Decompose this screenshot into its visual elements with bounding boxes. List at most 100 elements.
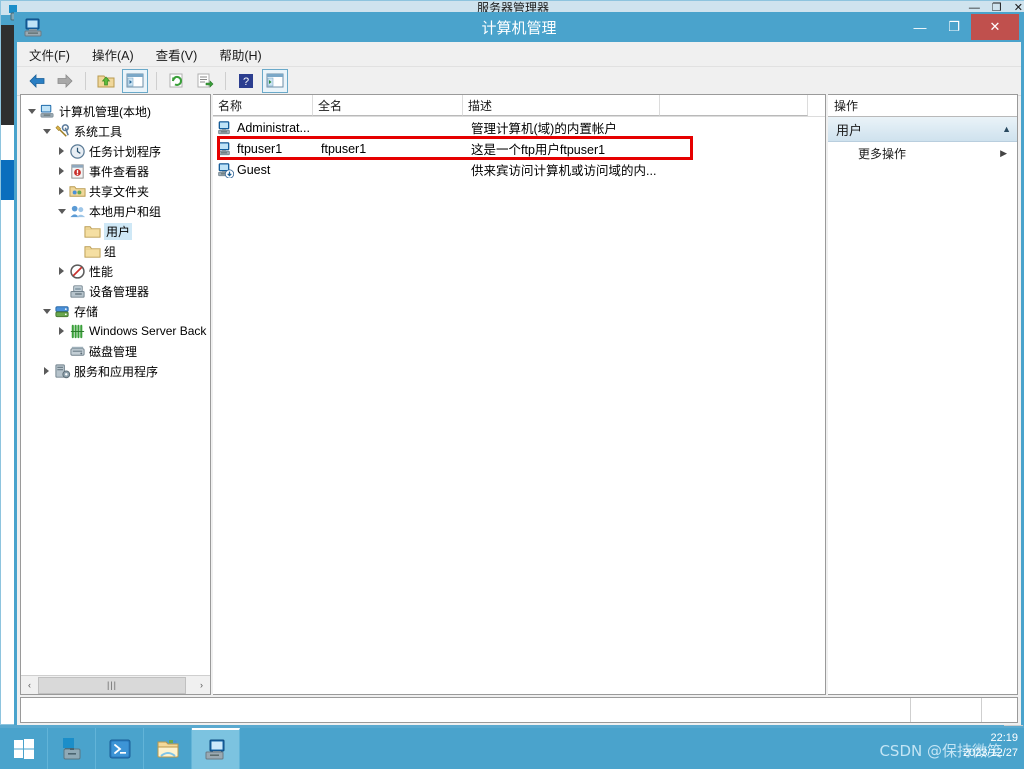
list-view-header: 名称 全名 描述: [213, 95, 825, 117]
desktop: 服务器管理器 — ❐ ✕ ▲ ≡ ▼: [0, 0, 1024, 769]
cell-name: Guest: [213, 162, 313, 178]
tree-node-2[interactable]: 任务计划程序: [25, 141, 210, 161]
tree-horizontal-scrollbar[interactable]: ‹ ||| ›: [21, 675, 210, 694]
tree-node-label: 计算机管理(本地): [59, 104, 151, 119]
close-button[interactable]: ✕: [971, 14, 1019, 40]
menu-bar: 文件(F) 操作(A) 查看(V) 帮助(H): [17, 42, 1021, 67]
tree-node-3[interactable]: 事件查看器: [25, 161, 210, 181]
table-row[interactable]: Administrat... 管理计算机(域)的内置帐户: [213, 117, 825, 138]
tree-node-label: 事件查看器: [89, 164, 150, 179]
help-icon[interactable]: ?: [234, 70, 258, 92]
event-viewer-icon: [68, 162, 86, 180]
maximize-button[interactable]: ❐: [937, 14, 971, 40]
taskbar-server-manager[interactable]: [48, 728, 96, 769]
column-spacer[interactable]: [660, 95, 808, 116]
menu-action[interactable]: 操作(A): [88, 43, 138, 66]
actions-pane[interactable]: 操作 用户 ▲ 更多操作 ▶: [828, 94, 1018, 695]
window-titlebar[interactable]: 计算机管理 — ❐ ✕: [17, 12, 1021, 42]
taskbar-clock[interactable]: 22:19 2023/12/27: [963, 731, 1018, 761]
console-tree: 计算机管理(本地) 系统工具 任务计划程序事件查看器共享文件夹 本地用户和组 用户组性能…: [21, 95, 210, 381]
actions-group-users[interactable]: 用户 ▲: [828, 117, 1017, 142]
svg-text:?: ?: [243, 76, 249, 88]
chevron-right-icon[interactable]: [40, 361, 53, 381]
chevron-down-icon[interactable]: [55, 201, 68, 221]
computer-icon: [38, 102, 56, 120]
file-explorer-icon: [157, 739, 178, 757]
action-more-actions-label: 更多操作: [858, 146, 907, 161]
tree-node-5[interactable]: 本地用户和组: [25, 201, 210, 221]
tree-node-8[interactable]: 性能: [25, 261, 210, 281]
powershell-icon: [109, 739, 130, 758]
column-name[interactable]: 名称: [213, 95, 313, 116]
column-description[interactable]: 描述: [463, 95, 660, 116]
export-list-icon[interactable]: [193, 70, 217, 92]
taskbar-computer-management[interactable]: [192, 728, 240, 769]
computer-management-icon: [23, 16, 45, 38]
tree-node-13[interactable]: 服务和应用程序: [25, 361, 210, 381]
chevron-down-icon[interactable]: [40, 301, 53, 321]
column-fullname-label: 全名: [318, 98, 343, 113]
show-action-pane-icon[interactable]: [262, 69, 288, 93]
tree-scroll-thumb[interactable]: |||: [38, 676, 186, 694]
tree-node-10[interactable]: 存储: [25, 301, 210, 321]
console-tree-pane[interactable]: 计算机管理(本地) 系统工具 任务计划程序事件查看器共享文件夹 本地用户和组 用户组性能…: [20, 94, 211, 695]
start-button[interactable]: [0, 728, 48, 769]
action-more-actions[interactable]: 更多操作 ▶: [828, 142, 1017, 164]
chevron-right-icon[interactable]: [55, 321, 68, 341]
chevron-right-icon[interactable]: [55, 181, 68, 201]
chevron-right-icon: ▶: [1000, 147, 1007, 158]
up-folder-icon[interactable]: [94, 70, 118, 92]
tree-node-0[interactable]: 计算机管理(本地): [25, 101, 210, 121]
tree-node-1[interactable]: 系统工具: [25, 121, 210, 141]
tree-node-12[interactable]: 磁盘管理: [25, 341, 210, 361]
show-tree-icon[interactable]: [122, 69, 148, 93]
actions-pane-header: 操作: [828, 95, 1017, 117]
tree-node-4[interactable]: 共享文件夹: [25, 181, 210, 201]
cell-description: 这是一个ftp用户ftpuser1: [471, 143, 606, 157]
chevron-right-icon[interactable]: [55, 141, 68, 161]
performance-icon: [68, 262, 86, 280]
tree-node-9[interactable]: 设备管理器: [25, 281, 210, 301]
menu-file[interactable]: 文件(F): [25, 43, 74, 66]
menu-view[interactable]: 查看(V): [152, 43, 202, 66]
scroll-left-arrow-icon[interactable]: ‹: [21, 676, 38, 694]
chevron-down-icon[interactable]: [25, 101, 38, 121]
tree-node-11[interactable]: Windows Server Back: [25, 321, 210, 341]
clock-time: 22:19: [990, 732, 1018, 744]
window-body: 计算机管理(本地) 系统工具 任务计划程序事件查看器共享文件夹 本地用户和组 用户组性能…: [20, 94, 1018, 695]
column-name-label: 名称: [218, 98, 243, 113]
cell-name-label: Administrat...: [237, 120, 310, 135]
list-view-pane[interactable]: 名称 全名 描述 Administrat... 管理计算机(域)的内置帐户 ftpuse…: [213, 94, 826, 695]
user-icon: [218, 141, 234, 157]
back-icon[interactable]: [25, 70, 49, 92]
tree-scroll-track[interactable]: |||: [38, 676, 193, 694]
folder-icon: [83, 242, 101, 260]
chevron-down-icon[interactable]: [40, 121, 53, 141]
chevron-up-icon[interactable]: ▲: [1002, 124, 1011, 134]
device-manager-icon: [68, 282, 86, 300]
services-icon: [53, 362, 71, 380]
tree-node-label: 服务和应用程序: [74, 364, 159, 379]
menu-help[interactable]: 帮助(H): [215, 43, 265, 66]
chevron-right-icon[interactable]: [55, 261, 68, 281]
taskbar-file-explorer[interactable]: [144, 728, 192, 769]
chevron-right-icon[interactable]: [55, 161, 68, 181]
computer-management-window[interactable]: 计算机管理 — ❐ ✕ 文件(F) 操作(A) 查看(V) 帮助(H) ? 计算…: [14, 12, 1024, 725]
taskbar-powershell[interactable]: [96, 728, 144, 769]
backup-icon: [68, 322, 86, 340]
tree-node-label: 性能: [89, 264, 114, 279]
column-fullname[interactable]: 全名: [313, 95, 463, 116]
tree-node-label: Windows Server Back: [89, 324, 207, 338]
table-row[interactable]: ftpuser1 ftpuser1 这是一个ftp用户ftpuser1: [213, 138, 825, 159]
tree-node-7[interactable]: 组: [25, 241, 210, 261]
taskbar[interactable]: CSDN @保持微笑 22:19 2023/12/27: [0, 728, 1024, 769]
refresh-icon[interactable]: [165, 70, 189, 92]
scroll-right-arrow-icon[interactable]: ›: [193, 676, 210, 694]
tree-node-label: 用户: [104, 222, 133, 240]
tree-node-6[interactable]: 用户: [25, 221, 210, 241]
forward-icon[interactable]: [53, 70, 77, 92]
table-row[interactable]: Guest 供来宾访问计算机或访问域的内...: [213, 159, 825, 180]
minimize-button[interactable]: —: [903, 14, 937, 40]
